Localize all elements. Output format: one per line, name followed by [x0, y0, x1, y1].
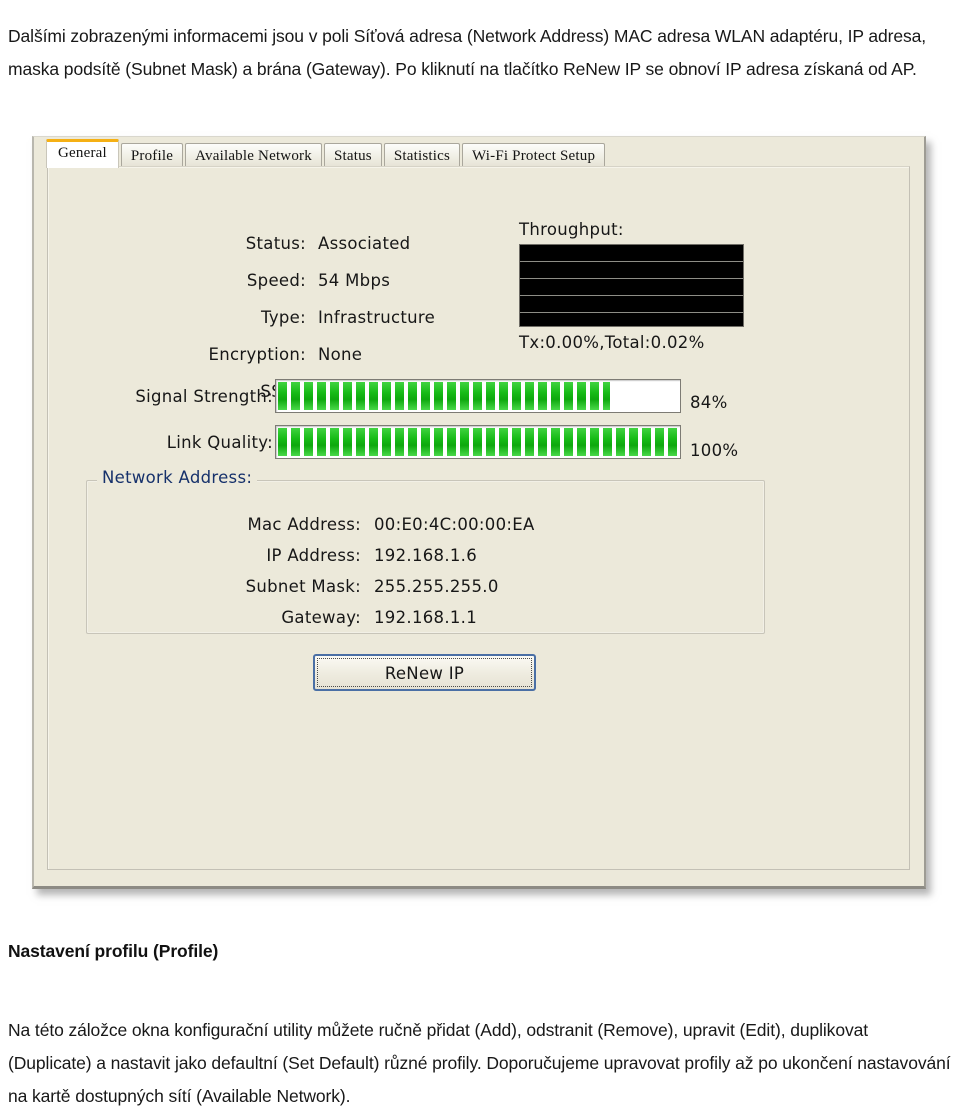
network-address-rows: Mac Address: 00:E0:4C:00:00:EA IP Addres… — [197, 509, 535, 633]
throughput-gridline — [520, 295, 743, 296]
subnet-mask-label: Subnet Mask: — [245, 577, 361, 596]
tab-wifi-protect-setup[interactable]: Wi-Fi Protect Setup — [462, 143, 606, 168]
tab-statistics[interactable]: Statistics — [383, 143, 460, 168]
mac-address-row: Mac Address: 00:E0:4C:00:00:EA — [197, 509, 535, 540]
gateway-label: Gateway: — [281, 608, 361, 627]
status-label: Status: — [245, 234, 306, 253]
meter-segment-mask — [278, 382, 610, 410]
link-quality-percent: 100% — [690, 441, 739, 460]
throughput-gridline — [520, 312, 743, 313]
meter-segment-mask — [278, 428, 678, 456]
network-address-legend: Network Address: — [97, 468, 258, 487]
renew-ip-button[interactable]: ReNew IP — [313, 654, 536, 691]
renew-ip-label: ReNew IP — [384, 664, 465, 683]
throughput-graph — [519, 244, 744, 327]
throughput-stats: Tx:0.00%,Total:0.02% — [519, 333, 705, 352]
signal-strength-fill — [278, 382, 610, 410]
ip-address-row: IP Address: 192.168.1.6 — [197, 540, 535, 571]
type-label: Type: — [261, 308, 306, 327]
status-row-speed: Speed: 54 Mbps — [148, 262, 488, 299]
throughput-title: Throughput: — [519, 220, 624, 239]
link-quality-track — [275, 425, 681, 459]
link-quality-meter: Link Quality: 100% — [48, 425, 909, 460]
throughput-gridline — [520, 261, 743, 262]
mac-address-label: Mac Address: — [247, 515, 361, 534]
tab-status[interactable]: Status — [323, 143, 382, 168]
general-tab-panel: Status: Associated Speed: 54 Mbps Type: … — [47, 166, 910, 870]
speed-value: 54 Mbps — [318, 271, 391, 290]
throughput-gridline — [520, 278, 743, 279]
status-row-type: Type: Infrastructure — [148, 299, 488, 336]
tab-strip: General Profile Available Network Status… — [46, 139, 607, 168]
outro-paragraph: Na této záložce okna konfigurační utilit… — [8, 1019, 951, 1106]
network-address-group: Network Address: Mac Address: 00:E0:4C:0… — [86, 468, 765, 634]
signal-strength-meter: Signal Strength: 84% — [48, 379, 909, 413]
link-quality-label: Link Quality: — [166, 433, 273, 452]
status-row-status: Status: Associated — [148, 225, 488, 262]
gateway-row: Gateway: 192.168.1.1 — [197, 602, 535, 633]
signal-strength-label: Signal Strength: — [135, 387, 273, 406]
status-value: Associated — [318, 234, 411, 253]
type-value: Infrastructure — [318, 308, 436, 327]
ip-address-label: IP Address: — [266, 546, 361, 565]
throughput-block: Throughput: Tx:0.00%,Total:0.02% — [519, 220, 744, 352]
encryption-label: Encryption: — [208, 345, 306, 364]
speed-label: Speed: — [246, 271, 306, 290]
section-heading: Nastavení profilu (Profile) — [8, 941, 219, 961]
gateway-value: 192.168.1.1 — [374, 608, 478, 627]
intro-paragraph: Dalšími zobrazenými informacemi jsou v p… — [8, 25, 927, 79]
ip-address-value: 192.168.1.6 — [374, 546, 478, 565]
mac-address-value: 00:E0:4C:00:00:EA — [374, 515, 535, 534]
link-quality-fill — [278, 428, 678, 456]
signal-strength-percent: 84% — [690, 393, 728, 412]
encryption-value: None — [318, 345, 363, 364]
tab-profile[interactable]: Profile — [120, 143, 184, 168]
subnet-mask-row: Subnet Mask: 255.255.255.0 — [197, 571, 535, 602]
wireless-utility-window: General Profile Available Network Status… — [32, 136, 926, 889]
status-row-encryption: Encryption: None — [148, 336, 488, 373]
tab-general[interactable]: General — [46, 139, 119, 168]
signal-strength-track — [275, 379, 681, 413]
subnet-mask-value: 255.255.255.0 — [374, 577, 499, 596]
tab-available-network[interactable]: Available Network — [185, 143, 322, 168]
